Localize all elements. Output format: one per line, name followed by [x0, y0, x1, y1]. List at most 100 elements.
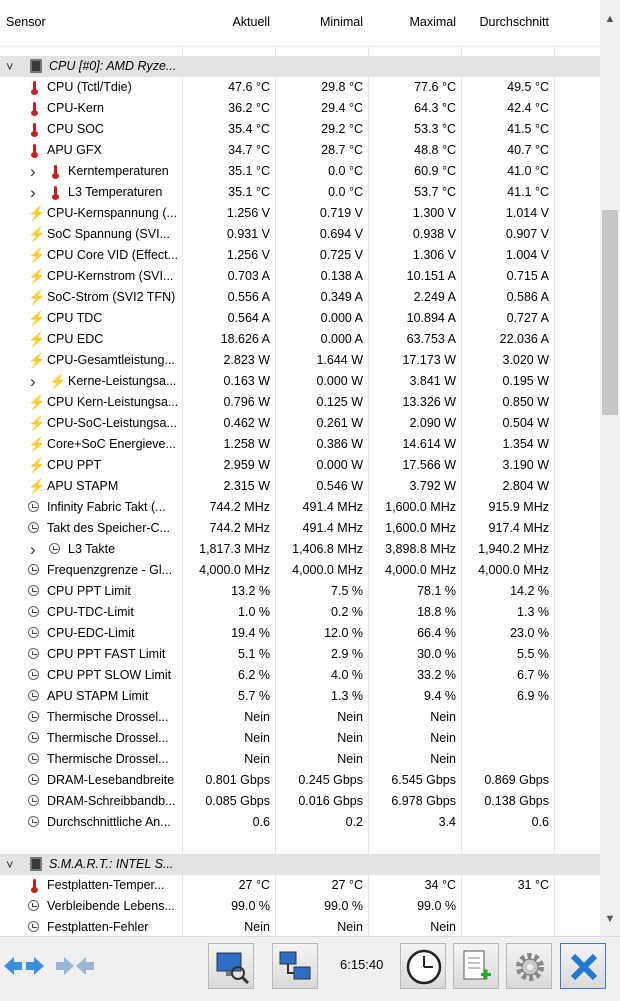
table-row[interactable]: CPU SOC 35.4 °C 29.2 °C 53.3 °C 41.5 °C [0, 119, 600, 140]
table-row[interactable]: CPU PPT FAST Limit 5.1 % 2.9 % 30.0 % 5.5 % [0, 644, 600, 665]
table-row[interactable]: Thermische Drossel... Nein Nein Nein [0, 707, 600, 728]
expand-chevron-icon[interactable]: › [30, 371, 36, 392]
table-row[interactable]: APU STAPM Limit 5.7 % 1.3 % 9.4 % 6.9 % [0, 686, 600, 707]
expand-chevron-icon[interactable]: › [30, 182, 36, 203]
network-button[interactable] [272, 943, 318, 989]
collapse-chevron-icon[interactable]: ˅ [6, 854, 14, 875]
clock-icon [28, 732, 39, 743]
table-row[interactable]: CPU PPT SLOW Limit 6.2 % 4.0 % 33.2 % 6.7 % [0, 665, 600, 686]
min-value: 491.4 MHz [302, 500, 363, 514]
column-header-current[interactable]: Aktuell [182, 15, 270, 29]
new-report-button[interactable] [453, 943, 499, 989]
table-row[interactable]: › ⚡ Kerne-Leistungsa... 0.163 W 0.000 W 3.841… [0, 371, 600, 392]
column-header-minimum[interactable]: Minimal [275, 15, 363, 29]
max-value: 33.2 % [417, 668, 456, 682]
sensor-name: Core+SoC Energieve... [47, 437, 176, 451]
clock-icon [28, 585, 39, 596]
table-row[interactable]: Takt des Speicher-C... 744.2 MHz 491.4 MHz… [0, 518, 600, 539]
clock-icon [28, 522, 39, 533]
table-row[interactable]: ⚡ SoC Spannung (SVI... 0.931 V 0.694 V 0.938… [0, 224, 600, 245]
avg-value: 42.4 °C [507, 101, 549, 115]
min-value: 0.245 Gbps [298, 773, 363, 787]
avg-value: 4,000.0 MHz [478, 563, 549, 577]
current-value: 0.462 W [223, 416, 270, 430]
table-row[interactable]: Festplatten-Fehler Nein Nein Nein [0, 917, 600, 936]
min-value: Nein [337, 752, 363, 766]
vertical-scrollbar[interactable]: ▲ ▼ [600, 0, 620, 936]
sensor-group-row[interactable]: ˅ CPU [#0]: AMD Ryze... [0, 56, 600, 77]
table-row[interactable]: CPU-TDC-Limit 1.0 % 0.2 % 18.8 % 1.3 % [0, 602, 600, 623]
sensor-name: CPU-Kern [47, 101, 104, 115]
lightning-icon: ⚡ [28, 436, 46, 452]
table-row[interactable]: ⚡ CPU-Kernspannung (... 1.256 V 0.719 V 1.30… [0, 203, 600, 224]
max-value: 17.173 W [402, 353, 456, 367]
table-row[interactable]: ⚡ CPU-Gesamtleistung... 2.823 W 1.644 W 17.1… [0, 350, 600, 371]
table-row[interactable]: DRAM-Schreibbandb... 0.085 Gbps 0.016 Gbps… [0, 791, 600, 812]
table-row[interactable]: Thermische Drossel... Nein Nein Nein [0, 728, 600, 749]
chevron-up-icon[interactable]: ▲ [600, 10, 620, 28]
collapse-chevron-icon[interactable]: ˅ [6, 56, 14, 77]
column-header-average[interactable]: Durchschnitt [461, 15, 549, 29]
current-value: 0.931 V [226, 227, 270, 241]
table-row[interactable]: ⚡ SoC-Strom (SVI2 TFN) 0.556 A 0.349 A 2.249… [0, 287, 600, 308]
avg-value: 0.907 V [505, 227, 549, 241]
avg-value: 6.9 % [517, 689, 549, 703]
table-row[interactable]: CPU (Tctl/Tdie) 47.6 °C 29.8 °C 77.6 °C 49.5… [0, 77, 600, 98]
report-add-icon [463, 950, 491, 980]
thermometer-icon [28, 122, 42, 137]
table-row[interactable]: › L3 Takte 1,817.3 MHz 1,406.8 MHz 3,898.8 M… [0, 539, 600, 560]
column-header-maximum[interactable]: Maximal [368, 15, 456, 29]
current-value: 47.6 °C [228, 80, 270, 94]
table-header: Sensor Aktuell Minimal Maximal Durchschn… [0, 0, 600, 47]
table-row[interactable]: CPU-EDC-Limit 19.4 % 12.0 % 66.4 % 23.0 % [0, 623, 600, 644]
table-row[interactable]: Durchschnittliche An... 0.6 0.2 3.4 0.6 [0, 812, 600, 833]
current-value: 19.4 % [231, 626, 270, 640]
clock-button[interactable] [400, 943, 446, 989]
table-row[interactable]: ⚡ CPU TDC 0.564 A 0.000 A 10.894 A 0.727 A [0, 308, 600, 329]
chevron-down-icon[interactable]: ▼ [600, 910, 620, 928]
table-row[interactable]: ⚡ CPU PPT 2.959 W 0.000 W 17.566 W 3.190 W [0, 455, 600, 476]
max-value: 18.8 % [417, 605, 456, 619]
thermometer-icon [49, 185, 63, 200]
table-row[interactable]: ⚡ APU STAPM 2.315 W 0.546 W 3.792 W 2.804 W [0, 476, 600, 497]
expand-chevron-icon[interactable]: › [30, 161, 36, 182]
avg-value: 0.715 A [506, 269, 549, 283]
table-row[interactable]: Infinity Fabric Takt (... 744.2 MHz 491.4 … [0, 497, 600, 518]
min-value: 0.000 A [320, 311, 363, 325]
table-row[interactable]: DRAM-Lesebandbreite 0.801 Gbps 0.245 Gbps 6… [0, 770, 600, 791]
sensor-group-row[interactable]: ˅ S.M.A.R.T.: INTEL S... [0, 854, 600, 875]
current-value: 36.2 °C [228, 101, 270, 115]
sensor-name: CPU PPT SLOW Limit [47, 668, 172, 682]
table-row[interactable]: ⚡ CPU Core VID (Effect... 1.256 V 0.725 V 1.… [0, 245, 600, 266]
table-row[interactable]: CPU PPT Limit 13.2 % 7.5 % 78.1 % 14.2 % [0, 581, 600, 602]
table-row[interactable]: Verbleibende Lebens... 99.0 % 99.0 % 99.0 % [0, 896, 600, 917]
table-row[interactable]: Festplatten-Temper... 27 °C 27 °C 34 °C 31 °… [0, 875, 600, 896]
clock-icon [28, 816, 39, 827]
avg-value: 2.804 W [502, 479, 549, 493]
table-row[interactable]: Frequenzgrenze - Gl... 4,000.0 MHz 4,000.0… [0, 560, 600, 581]
gear-icon [516, 953, 544, 981]
sensor-name: SoC Spannung (SVI... [47, 227, 170, 241]
table-row[interactable]: › Kerntemperaturen 35.1 °C 0.0 °C 60.9 °C 41.… [0, 161, 600, 182]
scrollbar-thumb[interactable] [602, 210, 618, 415]
table-row[interactable]: APU GFX 34.7 °C 28.7 °C 48.8 °C 40.7 °C [0, 140, 600, 161]
table-row[interactable]: ⚡ CPU EDC 18.626 A 0.000 A 63.753 A 22.036 A [0, 329, 600, 350]
table-row[interactable]: ⚡ CPU-SoC-Leistungsa... 0.462 W 0.261 W 2.09… [0, 413, 600, 434]
table-row[interactable]: ⚡ CPU Kern-Leistungsa... 0.796 W 0.125 W 13.… [0, 392, 600, 413]
close-button[interactable] [560, 943, 606, 989]
monitor-search-button[interactable] [208, 943, 254, 989]
min-value: 0.694 V [319, 227, 363, 241]
table-row[interactable]: Thermische Drossel... Nein Nein Nein [0, 749, 600, 770]
table-row[interactable]: ⚡ CPU-Kernstrom (SVI... 0.703 A 0.138 A 10.1… [0, 266, 600, 287]
sensor-name: CPU PPT [47, 458, 102, 472]
navigate-arrows-icon[interactable] [2, 951, 46, 981]
avg-value: 3.020 W [502, 353, 549, 367]
table-row[interactable]: › L3 Temperaturen 35.1 °C 0.0 °C 53.7 °C 41.1… [0, 182, 600, 203]
navigate-arrows-disabled-icon[interactable] [52, 951, 96, 981]
settings-button[interactable] [506, 943, 552, 989]
column-header-sensor[interactable]: Sensor [6, 15, 46, 29]
table-row[interactable]: ⚡ Core+SoC Energieve... 1.258 W 0.386 W 14.6… [0, 434, 600, 455]
table-row[interactable]: CPU-Kern 36.2 °C 29.4 °C 64.3 °C 42.4 °C [0, 98, 600, 119]
expand-chevron-icon[interactable]: › [30, 539, 36, 560]
sensor-table: Sensor Aktuell Minimal Maximal Durchschn… [0, 0, 600, 936]
